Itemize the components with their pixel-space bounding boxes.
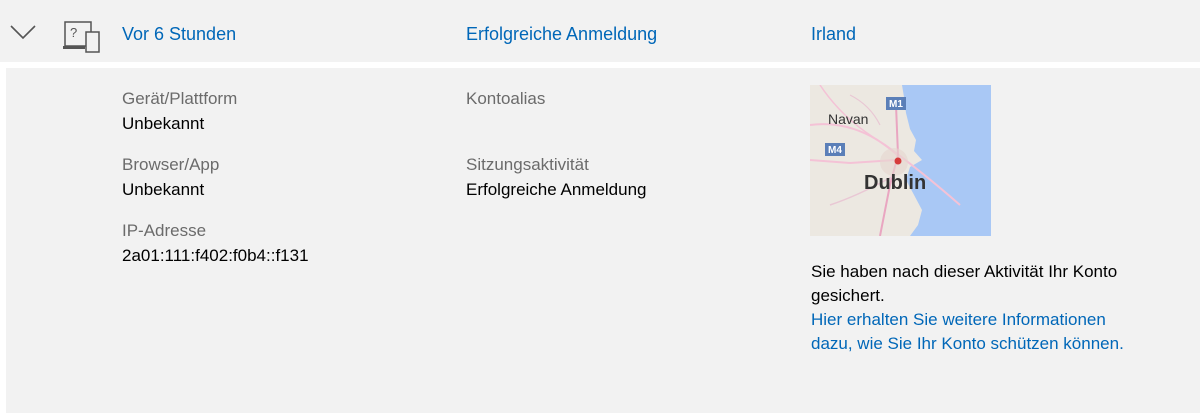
device-label: Gerät/Plattform [122, 89, 238, 108]
svg-text:?: ? [70, 25, 77, 40]
location-map: M1 M4 Navan Dublin [810, 85, 991, 236]
ip-label: IP-Adresse [122, 221, 207, 240]
chevron-down-icon[interactable] [8, 22, 38, 42]
session-label: Sitzungsaktivität [466, 155, 589, 174]
map-city-navan: Navan [828, 111, 868, 127]
map-image: M1 M4 Navan Dublin [810, 85, 991, 236]
security-note-text: Sie haben nach dieser Aktivität Ihr Kont… [811, 262, 1118, 305]
road-m4-label: M4 [828, 145, 842, 156]
activity-row-header[interactable]: ? Vor 6 Stunden Erfolgreiche Anmeldung I… [0, 0, 1200, 62]
activity-location[interactable]: Irland [811, 24, 856, 45]
security-note: Sie haben nach dieser Aktivität Ihr Kont… [811, 260, 1141, 356]
device-value: Unbekannt [122, 114, 205, 133]
unknown-device-icon: ? [63, 21, 100, 53]
ip-value: 2a01:111:f402:f0b4::f131 [122, 246, 309, 265]
browser-label: Browser/App [122, 155, 220, 174]
activity-time[interactable]: Vor 6 Stunden [122, 24, 236, 45]
map-city-dublin: Dublin [864, 172, 926, 194]
road-m1-label: M1 [889, 99, 903, 110]
activity-status[interactable]: Erfolgreiche Anmeldung [466, 24, 657, 45]
alias-label: Kontoalias [466, 89, 546, 108]
security-info-link[interactable]: Hier erhalten Sie weitere Informationen … [811, 308, 1141, 356]
browser-value: Unbekannt [122, 180, 205, 199]
session-value: Erfolgreiche Anmeldung [466, 180, 647, 199]
